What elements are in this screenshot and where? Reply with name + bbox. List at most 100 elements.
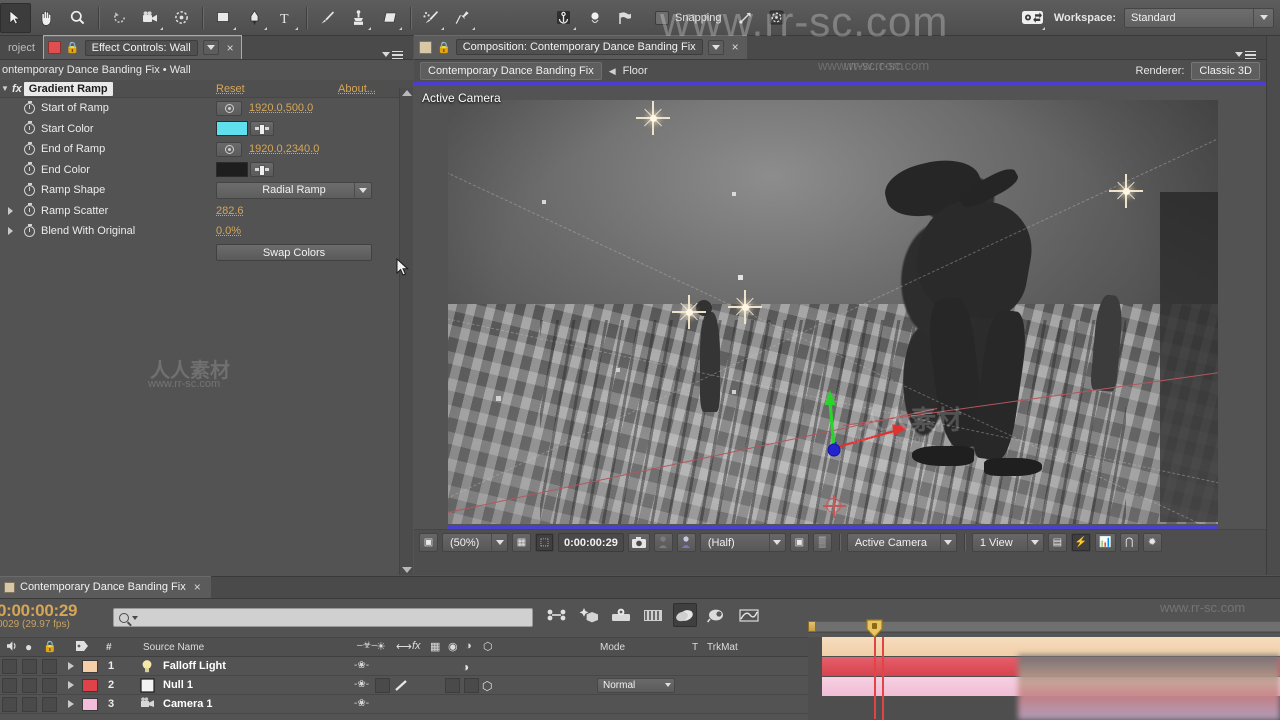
property-value[interactable]: 282.6: [216, 205, 244, 217]
renderer-button[interactable]: Classic 3D: [1191, 62, 1260, 80]
take-snapshot-button[interactable]: [627, 533, 650, 552]
workspace-select[interactable]: Standard: [1124, 7, 1274, 28]
draft-3d-icon[interactable]: [673, 603, 697, 627]
effect-header-row[interactable]: ▼ fx Gradient Ramp Reset About...: [0, 80, 413, 98]
puppet-pin-tool[interactable]: [447, 3, 478, 33]
shy-switch-icon[interactable]: –☣–: [357, 640, 377, 651]
audio-switch[interactable]: [2, 678, 17, 693]
snap-arrow-icon[interactable]: [730, 3, 761, 33]
table-row[interactable]: 3 Camera 1 -❀-: [0, 695, 808, 714]
eyedropper-icon[interactable]: [250, 121, 274, 137]
layer-label-color[interactable]: [82, 698, 98, 711]
workspace-gear-icon[interactable]: [1017, 3, 1048, 33]
column-header-source-name[interactable]: Source Name: [143, 642, 204, 653]
lock-icon[interactable]: 🔒: [66, 41, 80, 54]
close-icon[interactable]: ×: [191, 580, 204, 594]
show-channel-button[interactable]: [676, 533, 696, 552]
toggle-switches-modes-icon[interactable]: [545, 603, 569, 627]
layer-blend-mode-select[interactable]: Normal: [597, 678, 675, 693]
anchor-point-marker[interactable]: [823, 495, 846, 518]
close-icon[interactable]: ×: [224, 41, 237, 55]
motion-blur-switch-icon[interactable]: ◉: [448, 640, 458, 653]
snapping-checkbox[interactable]: [655, 10, 669, 25]
effect-disclosure-icon[interactable]: ▼: [0, 84, 10, 93]
magnification-select[interactable]: (50%): [442, 533, 508, 552]
quality-draft-icon[interactable]: [394, 679, 408, 692]
eyedropper-icon[interactable]: [250, 162, 274, 178]
layer-disclosure-icon[interactable]: [68, 681, 74, 689]
column-header-mode[interactable]: Mode: [600, 642, 625, 653]
quality-switch-icon[interactable]: ⟷: [396, 640, 412, 653]
stopwatch-icon[interactable]: [24, 182, 35, 196]
solo-icon[interactable]: ●: [25, 640, 32, 654]
layer-name[interactable]: Camera 1: [163, 698, 213, 710]
layer-label-color[interactable]: [82, 679, 98, 692]
pan-behind-tool[interactable]: [166, 3, 197, 33]
auto-keyframe-icon[interactable]: [609, 603, 633, 627]
audio-switch[interactable]: [2, 659, 17, 674]
track-bar-1[interactable]: [822, 637, 1280, 656]
effects-switch-icon[interactable]: fx: [412, 640, 421, 652]
label-icon[interactable]: [75, 640, 89, 655]
camera-view-select[interactable]: Active Camera: [846, 533, 957, 552]
three-d-layer-icon[interactable]: ⬡: [483, 640, 493, 653]
tab-composition[interactable]: 🔒 Composition: Contemporary Dance Bandin…: [414, 35, 747, 59]
about-button[interactable]: About...: [338, 83, 376, 95]
adjustment-layer-switch[interactable]: ◑: [462, 660, 469, 674]
frame-blend-switch[interactable]: [445, 678, 460, 693]
point-control-icon[interactable]: [216, 141, 242, 157]
stopwatch-icon[interactable]: [24, 223, 35, 237]
light-marker-2[interactable]: [1109, 174, 1143, 208]
resolution-select[interactable]: (Half): [699, 533, 786, 552]
zoom-tool[interactable]: [62, 3, 93, 33]
search-input[interactable]: [113, 608, 533, 627]
motion-blur-icon[interactable]: [641, 603, 665, 627]
chevron-down-icon[interactable]: [132, 615, 138, 620]
comp-flowchart-button[interactable]: ⋂: [1119, 533, 1139, 552]
choose-grid-guides-button[interactable]: ▦: [512, 533, 531, 552]
stopwatch-icon[interactable]: [24, 100, 35, 114]
light-marker-1[interactable]: [636, 101, 670, 135]
close-icon[interactable]: ×: [729, 40, 742, 54]
property-value[interactable]: 1920.0,500.0: [249, 102, 313, 114]
layer-name[interactable]: Null 1: [163, 679, 193, 691]
viewer-timecode[interactable]: 0:00:00:29: [558, 533, 624, 552]
reset-exposure-button[interactable]: ✹: [1142, 533, 1162, 552]
property-value[interactable]: 0.0%: [216, 225, 241, 237]
breadcrumb-layer[interactable]: Floor: [623, 65, 648, 77]
tab-project[interactable]: roject: [0, 37, 43, 59]
shy-switch[interactable]: -❀-: [354, 698, 369, 709]
chevron-down-icon[interactable]: [1253, 8, 1273, 27]
anchor-point-icon[interactable]: [548, 3, 579, 33]
graph-editor-icon[interactable]: [737, 603, 761, 627]
breadcrumb-comp[interactable]: Contemporary Dance Banding Fix: [420, 62, 602, 80]
brainstorm-icon[interactable]: [577, 603, 601, 627]
scroll-down-icon[interactable]: [402, 567, 412, 573]
property-disclosure-icon[interactable]: [8, 227, 13, 236]
light-marker-4[interactable]: [672, 295, 706, 329]
solo-switch[interactable]: [22, 678, 37, 693]
fast-previews-button[interactable]: ⚡: [1070, 533, 1092, 552]
property-value[interactable]: 1920.0,2340.0: [249, 143, 319, 155]
point-control-icon[interactable]: [216, 100, 242, 116]
tab-timeline-comp[interactable]: Contemporary Dance Banding Fix ×: [0, 576, 211, 598]
color-swatch[interactable]: [216, 162, 248, 178]
solo-switch[interactable]: [22, 697, 37, 712]
column-header-trkmat[interactable]: TrkMat: [707, 642, 738, 653]
pen-tool[interactable]: [239, 3, 270, 33]
roto-brush-tool[interactable]: [416, 3, 447, 33]
snap-target-icon[interactable]: [761, 3, 792, 33]
mask-tool-icon[interactable]: [610, 3, 641, 33]
chevron-down-icon[interactable]: [768, 534, 785, 551]
eraser-tool[interactable]: [374, 3, 405, 33]
show-snapshot-button[interactable]: [653, 533, 673, 552]
shy-switch[interactable]: -❀-: [354, 660, 369, 671]
view-layout-select[interactable]: 1 View: [971, 533, 1044, 552]
hand-tool[interactable]: [31, 3, 62, 33]
audio-switch[interactable]: [2, 697, 17, 712]
clone-stamp-tool[interactable]: [343, 3, 374, 33]
light-marker-3[interactable]: [728, 290, 762, 324]
layer-name[interactable]: Falloff Light: [163, 660, 226, 672]
always-preview-this-view-button[interactable]: ▣: [419, 533, 438, 552]
motion-blur-switch[interactable]: [464, 678, 479, 693]
